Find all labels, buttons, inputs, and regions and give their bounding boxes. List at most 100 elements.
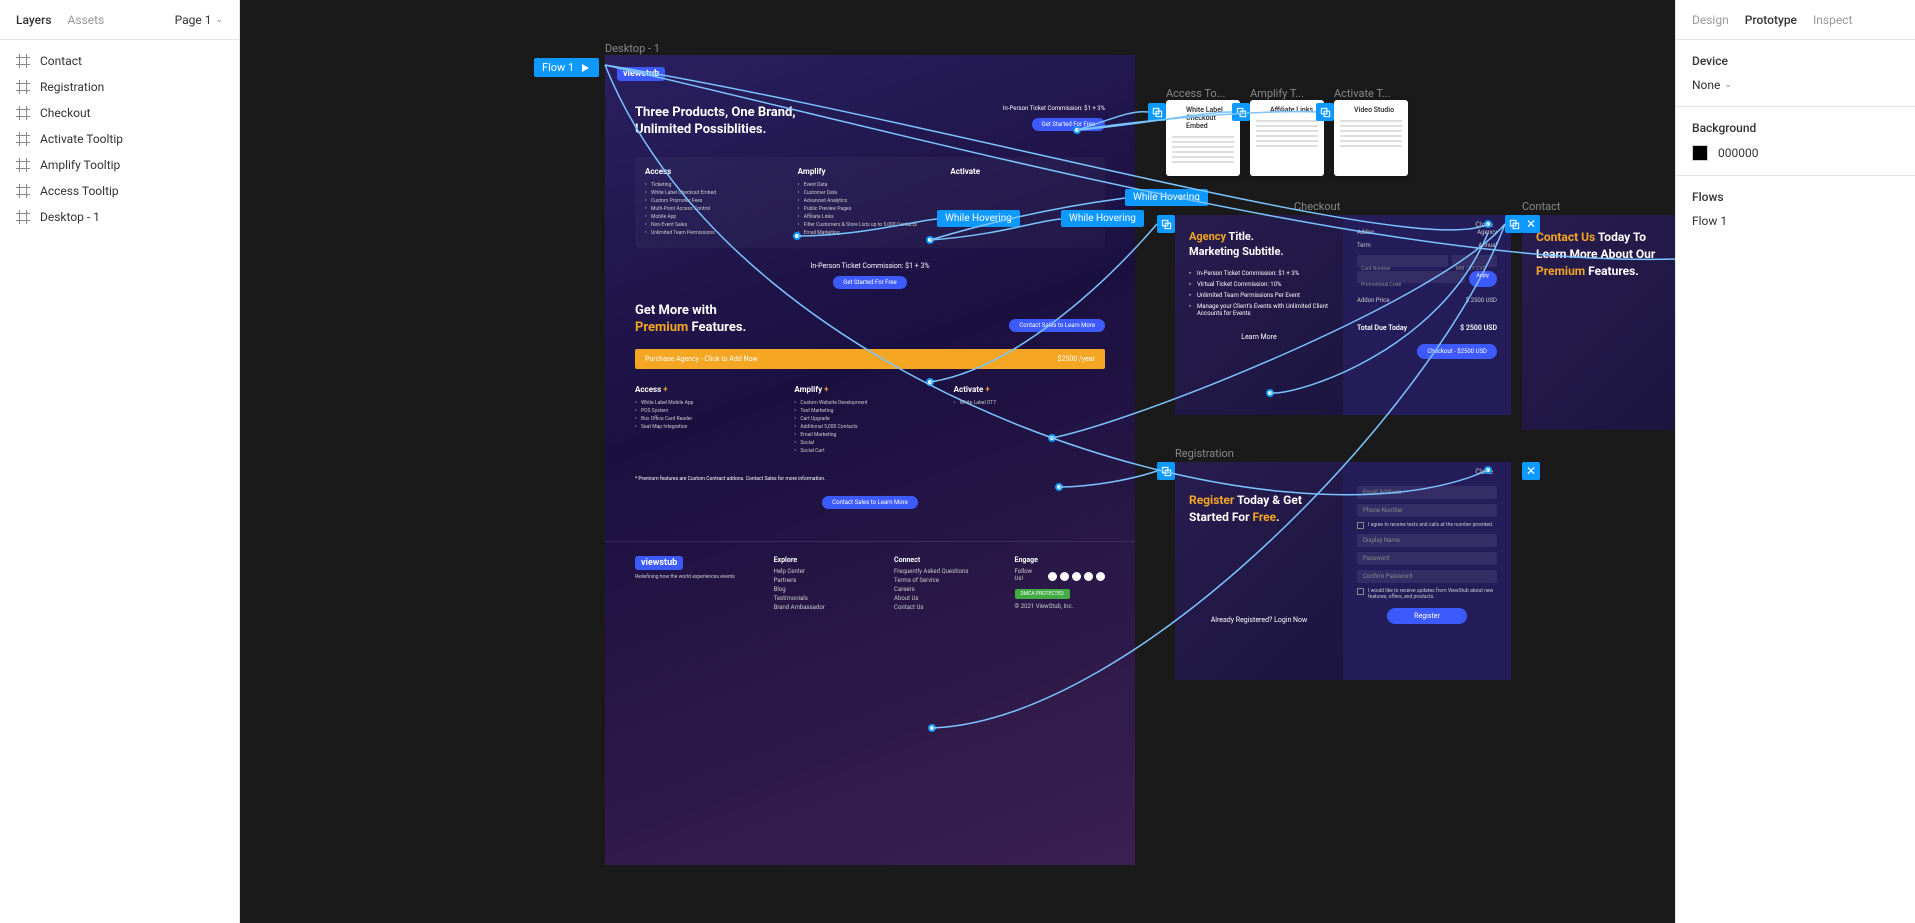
artboard-access-tooltip[interactable]: White Label Checkout Embed [1166, 100, 1240, 176]
tab-assets[interactable]: Assets [68, 13, 105, 27]
artboard-desktop[interactable]: viewstub Three Products, One Brand,Unlim… [605, 55, 1135, 865]
get-started-button[interactable]: Get Started For Free [1032, 118, 1105, 131]
layer-item[interactable]: Checkout [0, 100, 239, 126]
close-icon[interactable]: ✕ [1522, 215, 1540, 233]
layer-item[interactable]: Activate Tooltip [0, 126, 239, 152]
swap-instance-icon[interactable] [1505, 215, 1523, 233]
social-icon[interactable] [1060, 572, 1069, 581]
already-registered-link[interactable]: Already Registered? Login Now [1189, 616, 1329, 624]
layer-item[interactable]: Registration [0, 74, 239, 100]
copyright: © 2021 ViewStub, Inc. [1015, 603, 1105, 610]
updates-checkbox[interactable] [1357, 588, 1364, 595]
feature-item: Advanced Analytics [798, 198, 943, 204]
layer-label: Access Tooltip [40, 184, 119, 198]
frame-label-amplify-tooltip[interactable]: Amplify T... [1250, 87, 1304, 100]
footer-link[interactable]: Contact Us [894, 604, 984, 611]
connection-node[interactable] [1266, 389, 1274, 397]
tab-layers[interactable]: Layers [16, 13, 52, 27]
footer-link[interactable]: Brand Ambassador [774, 604, 864, 611]
frame-label-activate-tooltip[interactable]: Activate T... [1334, 87, 1390, 100]
footer-link[interactable]: Testimonials [774, 595, 864, 602]
connection-node[interactable] [926, 378, 934, 386]
footer-link[interactable]: About Us [894, 595, 984, 602]
promo-input[interactable]: Promotional Code [1357, 280, 1405, 290]
feature-item: White Label Mobile App [635, 400, 786, 406]
display-name-input[interactable]: Display Name [1357, 534, 1497, 547]
footer-link[interactable]: Frequently Asked Questions [894, 568, 984, 575]
artboard-contact[interactable]: Contact Us Today To Learn More About Our… [1522, 215, 1675, 430]
tab-inspect[interactable]: Inspect [1813, 13, 1852, 27]
page-selector[interactable]: Page 1 ⌄ [175, 13, 223, 27]
artboard-activate-tooltip[interactable]: Video Studio [1334, 100, 1408, 176]
tab-design[interactable]: Design [1692, 13, 1729, 27]
canvas[interactable]: Desktop - 1 Access To... Amplify T... Ac… [240, 0, 1675, 923]
dmca-badge: DMCA PROTECTED [1015, 589, 1070, 599]
swap-instance-icon[interactable] [1148, 103, 1166, 121]
artboard-checkout[interactable]: Agency Title.Marketing Subtitle. In-Pers… [1175, 215, 1511, 415]
addon-label: Addon [1357, 229, 1374, 236]
frame-label-registration[interactable]: Registration [1175, 447, 1234, 460]
learn-more-link[interactable]: Learn More [1189, 333, 1329, 341]
connection-node[interactable] [1073, 126, 1081, 134]
purchase-agency-bar[interactable]: Purchase Agency - Click to Add Now $2500… [635, 349, 1105, 369]
tab-prototype[interactable]: Prototype [1745, 13, 1797, 27]
feature-item: Mobile App [645, 214, 790, 220]
device-selector[interactable]: None⌄ [1692, 78, 1899, 92]
background-value[interactable]: 000000 [1718, 146, 1758, 160]
artboard-registration[interactable]: Register Today & Get Started For Free. A… [1175, 462, 1511, 680]
col-title-amplify: Amplify [798, 167, 943, 176]
social-icon[interactable] [1048, 572, 1057, 581]
footer-link[interactable]: Terms of Service [894, 577, 984, 584]
checkout-button[interactable]: Checkout - $2500 USD [1417, 344, 1497, 359]
footer-link[interactable]: Careers [894, 586, 984, 593]
frame-label-checkout[interactable]: Checkout [1294, 200, 1340, 213]
social-icon[interactable] [1084, 572, 1093, 581]
layer-item[interactable]: Desktop - 1 [0, 204, 239, 230]
flow-start-badge[interactable]: Flow 1 [534, 58, 599, 77]
feature-item: Seat Map Integration [635, 424, 786, 430]
swap-instance-icon[interactable] [1157, 215, 1175, 233]
close-icon[interactable]: ✕ [1522, 462, 1540, 480]
contact-sales-button[interactable]: Contact Sales to Learn More [1009, 319, 1105, 332]
connection-node[interactable] [1484, 466, 1492, 474]
frame-label-contact[interactable]: Contact [1522, 200, 1560, 213]
layer-item[interactable]: Contact [0, 48, 239, 74]
frame-icon [16, 184, 30, 198]
connection-node[interactable] [793, 232, 801, 240]
password-input[interactable]: Password [1357, 552, 1497, 565]
get-started-button-2[interactable]: Get Started For Free [833, 276, 906, 289]
footer-col-title: Explore [774, 556, 864, 564]
consent-checkbox[interactable] [1357, 522, 1364, 529]
apply-button[interactable]: Apply [1469, 271, 1497, 287]
frame-icon [16, 210, 30, 224]
footer-link[interactable]: Blog [774, 586, 864, 593]
register-button[interactable]: Register [1387, 608, 1467, 624]
swap-instance-icon[interactable] [1232, 103, 1250, 121]
confirm-password-input[interactable]: Confirm Password [1357, 570, 1497, 583]
flow-item[interactable]: Flow 1 [1692, 214, 1899, 228]
connection-node[interactable] [926, 236, 934, 244]
footer-link[interactable]: Partners [774, 577, 864, 584]
layer-item[interactable]: Access Tooltip [0, 178, 239, 204]
artboard-amplify-tooltip[interactable]: Affiliate Links [1250, 100, 1324, 176]
swap-instance-icon[interactable] [1157, 462, 1175, 480]
connection-node[interactable] [928, 724, 936, 732]
phone-input[interactable]: Phone Number [1357, 504, 1497, 517]
hover-trigger-label[interactable]: While Hovering [937, 210, 1020, 227]
connection-node[interactable] [1055, 483, 1063, 491]
email-input[interactable]: Email Address [1357, 486, 1497, 499]
contact-sales-button-2[interactable]: Contact Sales to Learn More [822, 496, 918, 509]
swap-instance-icon[interactable] [1316, 103, 1334, 121]
frame-label-access-tooltip[interactable]: Access To... [1166, 87, 1225, 100]
social-icon[interactable] [1096, 572, 1105, 581]
connection-node[interactable] [1484, 220, 1492, 228]
connection-node[interactable] [1048, 434, 1056, 442]
layer-item[interactable]: Amplify Tooltip [0, 152, 239, 178]
background-swatch[interactable] [1692, 145, 1708, 161]
footer-link[interactable]: Help Center [774, 568, 864, 575]
hover-trigger-label[interactable]: While Hovering [1125, 189, 1208, 206]
frame-label-desktop[interactable]: Desktop - 1 [605, 42, 660, 55]
social-icon[interactable] [1072, 572, 1081, 581]
footnote: * Premium features are Custom Contract a… [635, 476, 1105, 482]
hover-trigger-label[interactable]: While Hovering [1061, 210, 1144, 227]
